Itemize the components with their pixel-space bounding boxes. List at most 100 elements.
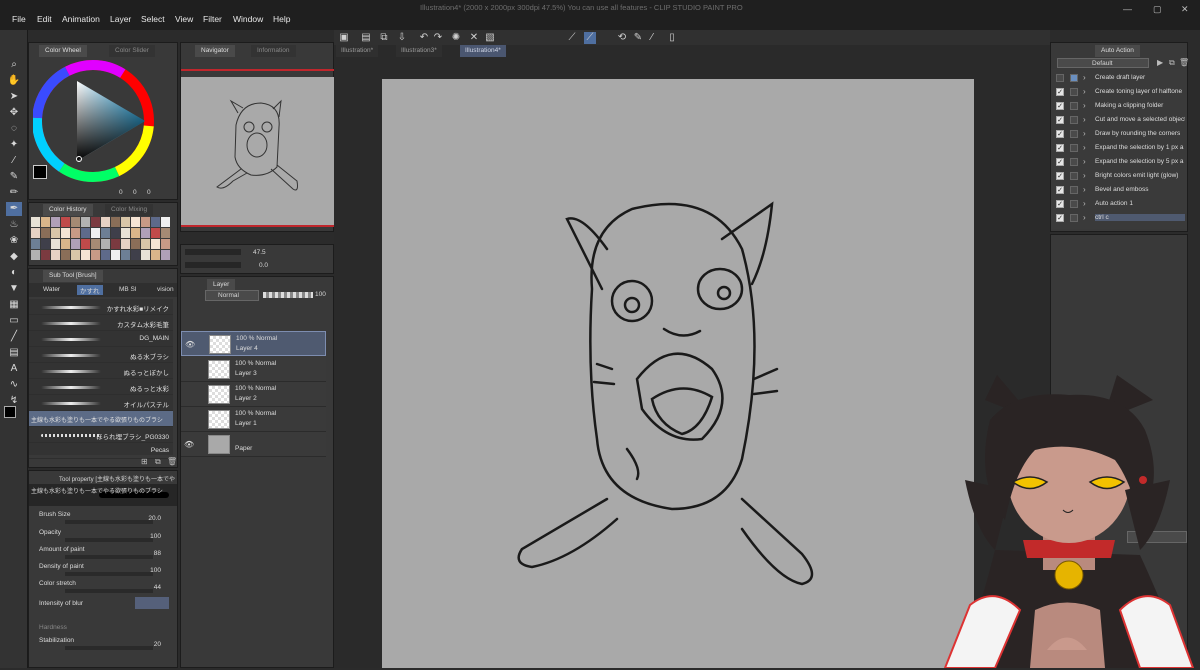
menu-layer[interactable]: Layer — [110, 14, 131, 24]
prop-density-of-paint[interactable]: Density of paint 100 — [29, 563, 177, 580]
navigator-preview[interactable] — [181, 77, 335, 227]
delete-action-icon[interactable]: 🗑 — [1179, 58, 1189, 67]
foreground-color-swatch[interactable] — [4, 406, 16, 418]
decoration-tool-icon[interactable]: ❀ — [6, 234, 22, 248]
action-item[interactable]: ✓ › Cut and move a selected object — [1053, 113, 1185, 127]
delete-brush-icon[interactable]: 🗑 — [167, 457, 177, 466]
frame-tool-icon[interactable]: ▭ — [6, 314, 22, 328]
group-vision[interactable]: vision — [157, 286, 174, 293]
blend-tool-icon[interactable]: ◐ — [6, 266, 22, 280]
transform-icon[interactable]: ⟲ — [616, 32, 628, 44]
tab-information[interactable]: Information — [251, 45, 296, 57]
prop-intensity-of-blur[interactable]: Intensity of blur — [29, 597, 177, 614]
zoom-value[interactable]: 47.5 — [253, 249, 266, 256]
menu-filter[interactable]: Filter — [203, 14, 222, 24]
tab-color-mixing[interactable]: Color Mixing — [105, 204, 154, 216]
save-icon[interactable]: ▤ — [360, 32, 372, 44]
prop-color-stretch[interactable]: Color stretch 44 — [29, 580, 177, 597]
menu-select[interactable]: Select — [141, 14, 165, 24]
tab-document-active[interactable]: Illustration4* — [460, 45, 506, 57]
prop-amount-of-paint[interactable]: Amount of paint 88 — [29, 546, 177, 563]
pen-tool-icon[interactable]: ✎ — [6, 170, 22, 184]
group-mb[interactable]: MB Sl — [119, 286, 136, 293]
balloon-tool-icon[interactable]: ∿ — [6, 378, 22, 392]
brush-item[interactable]: かすれ水彩■リメイク — [29, 299, 173, 315]
fill-tool-icon[interactable]: ▼ — [6, 282, 22, 296]
magic-wand-icon[interactable]: ✦ — [6, 138, 22, 152]
lasso-tool-icon[interactable]: ◌ — [6, 122, 22, 136]
menu-edit[interactable]: Edit — [37, 14, 52, 24]
hand-tool-icon[interactable]: ✋ — [6, 74, 22, 88]
blend-mode-select[interactable]: Normal — [205, 290, 259, 301]
brush-item[interactable]: カスタム水彩毛筆 — [29, 315, 173, 331]
figure-tool-icon[interactable]: ╱ — [6, 330, 22, 344]
prop-stabilization[interactable]: Stabilization 20 — [29, 637, 177, 654]
menu-view[interactable]: View — [175, 14, 193, 24]
device-icon[interactable]: ▯ — [666, 32, 678, 44]
color-wheel[interactable] — [33, 55, 175, 191]
zoom-tool-icon[interactable]: ⌕ — [6, 58, 22, 72]
rotate-value[interactable]: 0.0 — [259, 262, 268, 269]
pen-icon[interactable]: ✎ — [632, 32, 644, 44]
action-item[interactable]: ✓ › Expand the selection by 1 px a — [1053, 141, 1185, 155]
layer-opacity-value[interactable]: 100 — [315, 291, 326, 298]
close-button[interactable]: ✕ — [1181, 4, 1189, 15]
layer-row[interactable]: 100 % Normal Layer 2 — [181, 382, 326, 407]
tab-color-history[interactable]: Color History — [43, 204, 93, 216]
brush-item[interactable]: ぬるっとぼかし — [29, 363, 173, 379]
copy-brush-icon[interactable]: ⧉ — [155, 457, 161, 467]
gradient-tool-icon[interactable]: ▦ — [6, 298, 22, 312]
maximize-button[interactable]: ▢ — [1153, 4, 1162, 15]
undo-icon[interactable]: ↶ — [418, 32, 430, 44]
tab-auto-action[interactable]: Auto Action — [1095, 45, 1140, 57]
action-item[interactable]: ✓ › Create toning layer of halftone — [1053, 85, 1185, 99]
layer-row[interactable]: 👁 100 % Normal Layer 4 — [181, 331, 326, 356]
menu-animation[interactable]: Animation — [62, 14, 100, 24]
brush-item[interactable]: オイルパステル — [29, 395, 173, 411]
ruler-tool-icon[interactable]: ▤ — [6, 346, 22, 360]
brush-item[interactable]: ぬる水ブラシ — [29, 347, 173, 363]
group-water[interactable]: Water — [43, 286, 60, 293]
export-icon[interactable]: ⇩ — [396, 32, 408, 44]
tab-document[interactable]: Illustration3* — [396, 45, 442, 57]
opacity-slider[interactable] — [263, 292, 313, 298]
brush-tool-icon[interactable]: ✒ — [6, 202, 22, 216]
action-item[interactable]: ✓ › Draw by rounding the corners — [1053, 127, 1185, 141]
airbrush-tool-icon[interactable]: ♨ — [6, 218, 22, 232]
current-color-swatch[interactable] — [33, 165, 47, 179]
eyedropper-icon[interactable]: ⁄ — [6, 154, 22, 168]
prop-opacity[interactable]: Opacity 100 — [29, 529, 177, 546]
clear-icon[interactable]: ✕ — [468, 32, 480, 44]
action-item[interactable]: ✓ › Bevel and emboss — [1053, 183, 1185, 197]
minimize-button[interactable]: — — [1123, 4, 1132, 14]
operation-tool-icon[interactable]: ➤ — [6, 90, 22, 104]
menu-file[interactable]: File — [12, 14, 26, 24]
color-history-swatches[interactable] — [31, 217, 175, 263]
brush-item[interactable]: DG_MAIN — [29, 331, 173, 347]
new-icon[interactable]: ▣ — [338, 32, 350, 44]
snap-line-icon[interactable]: ⟋ — [566, 32, 578, 44]
tab-navigator[interactable]: Navigator — [195, 45, 235, 57]
play-icon[interactable]: ▶ — [1157, 58, 1163, 67]
add-brush-icon[interactable]: ⊞ — [141, 457, 148, 466]
copy-action-icon[interactable]: ⧉ — [1169, 58, 1175, 68]
fill-icon[interactable]: ▧ — [484, 32, 496, 44]
action-set-select[interactable]: Default — [1057, 58, 1149, 68]
layer-row[interactable]: 100 % Normal Layer 1 — [181, 407, 326, 432]
snap-ruler-icon[interactable]: ⟋ — [584, 32, 596, 44]
group-kasure[interactable]: かすれ — [77, 285, 103, 295]
action-item[interactable]: ✓ › Expand the selection by 5 px a — [1053, 155, 1185, 169]
open-icon[interactable]: ⧉ — [378, 32, 390, 44]
redo-icon[interactable]: ↷ — [432, 32, 444, 44]
action-item-selected[interactable]: ✓ › ctrl c — [1053, 211, 1185, 225]
brush-item[interactable]: ぬるっと水彩 — [29, 379, 173, 395]
layer-row[interactable]: 👁 Paper — [181, 432, 326, 457]
brush-item-selected[interactable]: 主線も水彩も塗りも一本でやる欲張りものブラシ — [29, 411, 173, 427]
menu-window[interactable]: Window — [233, 14, 263, 24]
pencil-tool-icon[interactable]: ✏ — [6, 186, 22, 200]
menu-help[interactable]: Help — [273, 14, 290, 24]
eraser-tool-icon[interactable]: ◆ — [6, 250, 22, 264]
layer-row[interactable]: 100 % Normal Layer 3 — [181, 357, 326, 382]
action-item[interactable]: ✓ › Bright colors emit light (glow) — [1053, 169, 1185, 183]
text-tool-icon[interactable]: A — [6, 362, 22, 376]
